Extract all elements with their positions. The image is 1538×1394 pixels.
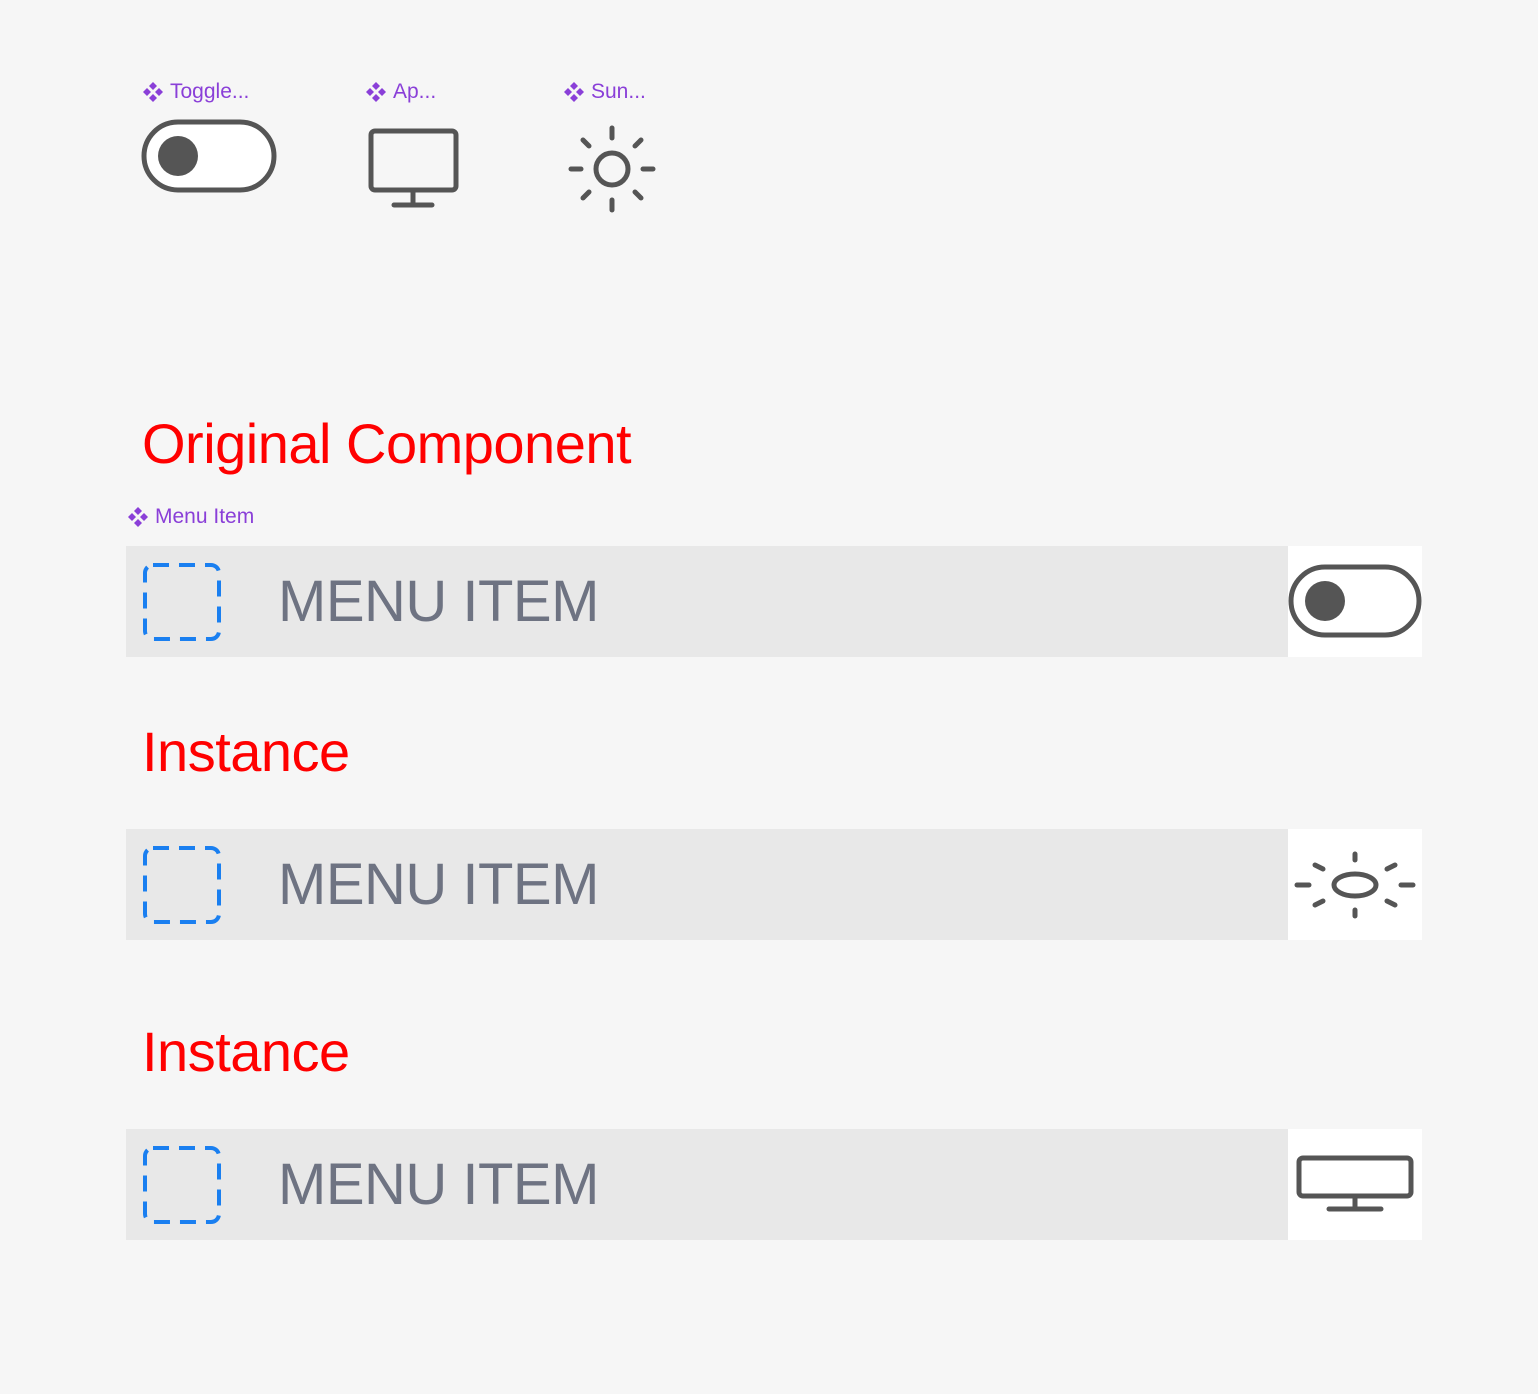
menu-item-label: MENU ITEM (278, 852, 599, 917)
sun-component[interactable] (565, 122, 659, 221)
instance-heading-2: Instance (142, 1020, 350, 1083)
menu-item-trailing[interactable] (1288, 829, 1422, 940)
toggle-component[interactable] (140, 118, 280, 203)
sun-icon (568, 125, 656, 213)
toggle-icon (141, 119, 277, 193)
sun-component-label: Sun... (563, 80, 646, 104)
sun-icon (1294, 851, 1416, 918)
app-component-name: Ap... (393, 80, 437, 103)
menu-item-label: MENU ITEM (278, 569, 599, 634)
monitor-icon (368, 128, 459, 208)
menu-item-instance-sun[interactable]: MENU ITEM (126, 829, 1422, 940)
component-icon (128, 507, 148, 527)
placeholder-icon (143, 1146, 221, 1224)
original-component-heading: Original Component (142, 412, 632, 475)
component-icon (564, 82, 584, 102)
placeholder-icon (143, 846, 221, 924)
menu-item-component-label: Menu Item (127, 505, 254, 529)
sun-component-name: Sun... (591, 80, 646, 103)
menu-item-label: MENU ITEM (278, 1152, 599, 1217)
app-component-label: Ap... (365, 80, 436, 104)
component-icon (366, 82, 386, 102)
component-icon (143, 82, 163, 102)
menu-item-component-name: Menu Item (155, 505, 255, 528)
menu-item-trailing[interactable] (1288, 546, 1422, 657)
monitor-icon (1296, 1155, 1414, 1211)
menu-item-original[interactable]: MENU ITEM (126, 546, 1422, 657)
toggle-icon (1288, 564, 1422, 637)
menu-item-trailing[interactable] (1288, 1129, 1422, 1240)
app-component[interactable] (366, 126, 462, 217)
menu-item-instance-monitor[interactable]: MENU ITEM (126, 1129, 1422, 1240)
toggle-component-name: Toggle... (170, 80, 250, 103)
instance-heading-1: Instance (142, 720, 350, 783)
placeholder-icon (143, 563, 221, 641)
toggle-component-label: Toggle... (142, 80, 249, 104)
